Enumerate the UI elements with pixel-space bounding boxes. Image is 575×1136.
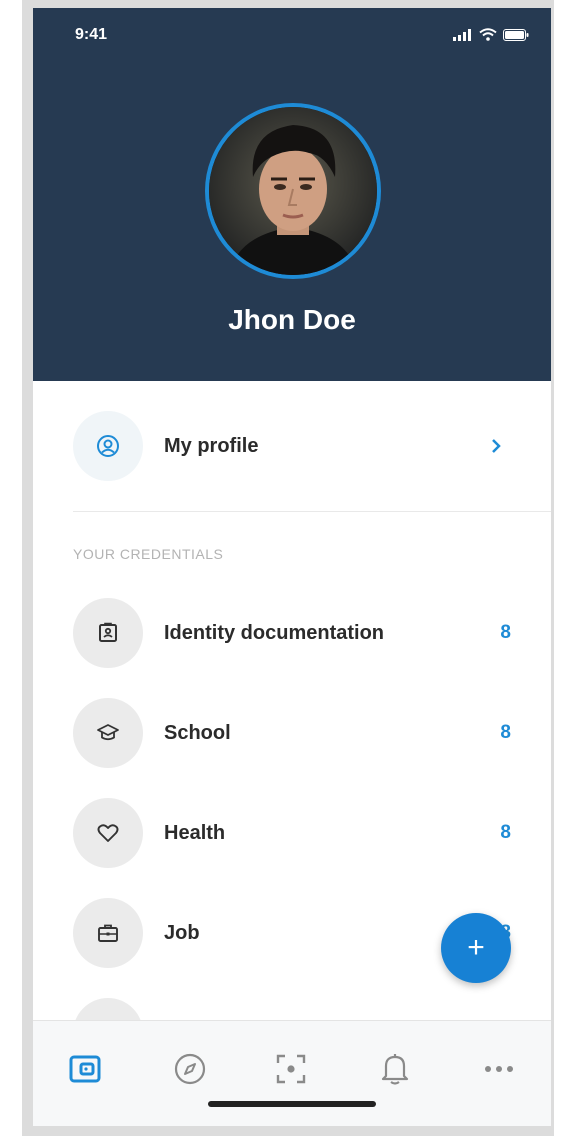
tab-explore[interactable] — [168, 1047, 212, 1091]
my-profile-label: My profile — [164, 434, 259, 457]
tab-more[interactable] — [477, 1047, 521, 1091]
user-circle-icon — [97, 435, 119, 457]
heart-icon — [97, 824, 119, 842]
divider — [73, 511, 551, 512]
credential-row-health[interactable]: Health 8 — [33, 793, 551, 873]
credential-label: Identity documentation — [164, 621, 384, 644]
icon-wrap — [73, 698, 143, 768]
status-icons — [453, 28, 529, 41]
credential-count: 8 — [500, 622, 511, 643]
scan-icon — [276, 1054, 306, 1084]
phone-screen: 9:41 Jhon Doe My profile YOUR CREDENTIAL… — [33, 8, 551, 1126]
my-profile-row[interactable]: My profile — [33, 406, 551, 486]
credential-label: Job — [164, 921, 200, 944]
bell-icon — [381, 1054, 409, 1085]
graduation-cap-icon — [97, 724, 119, 741]
compass-icon — [174, 1053, 206, 1085]
credentials-section-title: YOUR CREDENTIALS — [73, 546, 224, 562]
icon-wrap — [73, 798, 143, 868]
credential-count: 8 — [500, 822, 511, 843]
credential-label: School — [164, 721, 231, 744]
credential-count: 8 — [500, 722, 511, 743]
credential-label: Health — [164, 821, 226, 844]
credential-row-identity[interactable]: Identity documentation 8 — [33, 593, 551, 673]
bottom-tab-bar — [33, 1020, 551, 1126]
more-icon — [485, 1066, 513, 1072]
icon-wrap — [73, 898, 143, 968]
chevron-right-icon — [492, 439, 501, 453]
home-indicator — [208, 1101, 376, 1107]
battery-icon — [503, 29, 529, 41]
id-card-icon — [99, 622, 117, 642]
credential-row-school[interactable]: School 8 — [33, 693, 551, 773]
avatar-photo — [209, 107, 377, 275]
profile-name: Jhon Doe — [228, 304, 356, 335]
avatar[interactable] — [205, 103, 381, 279]
icon-wrap — [73, 598, 143, 668]
profile-header: 9:41 Jhon Doe — [33, 8, 551, 381]
user-circle-icon-wrap — [73, 411, 143, 481]
status-time: 9:41 — [75, 26, 108, 43]
tab-wallet[interactable] — [63, 1047, 107, 1091]
add-credential-button[interactable]: + — [441, 913, 511, 983]
briefcase-icon — [98, 924, 118, 942]
tab-notifications[interactable] — [373, 1047, 417, 1091]
wallet-icon — [69, 1055, 101, 1083]
wifi-icon — [479, 28, 497, 41]
tab-scan[interactable] — [269, 1047, 313, 1091]
signal-icon — [453, 29, 471, 41]
